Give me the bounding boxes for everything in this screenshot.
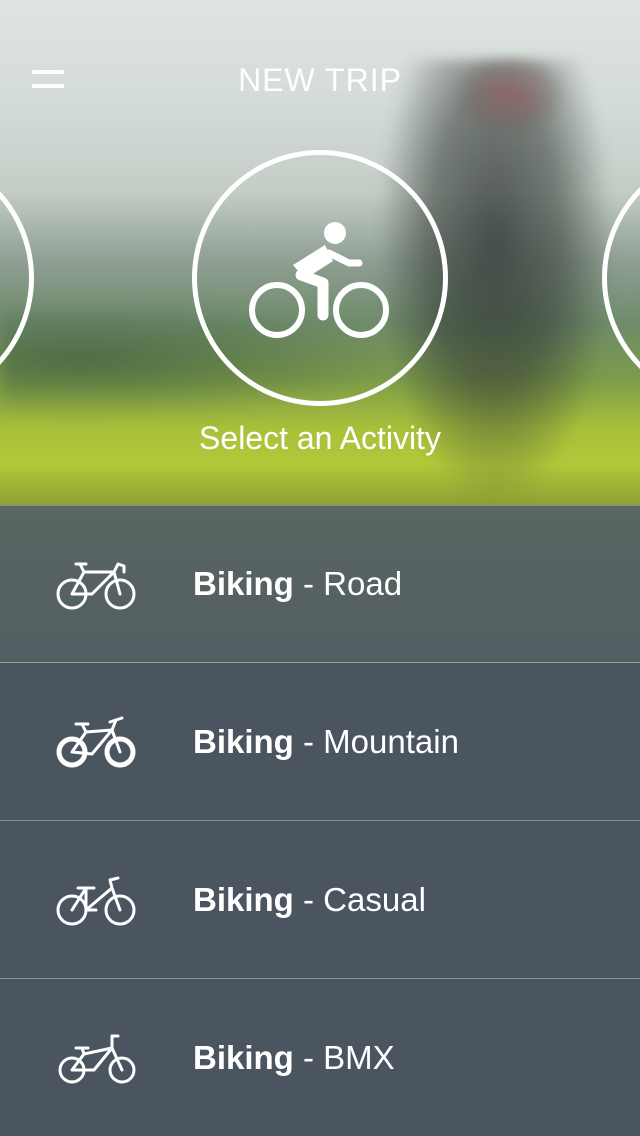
bmx-bike-icon bbox=[58, 1034, 136, 1084]
activity-row-mountain[interactable]: Biking - Mountain bbox=[0, 663, 640, 821]
activity-row-casual[interactable]: Biking - Casual bbox=[0, 821, 640, 979]
casual-bike-icon bbox=[56, 876, 136, 925]
page-title: NEW TRIP bbox=[238, 62, 402, 98]
road-bike-icon bbox=[56, 562, 136, 610]
select-activity-label: Select an Activity bbox=[199, 420, 441, 456]
mountain-bike-icon bbox=[56, 716, 136, 767]
activity-label-road: Biking - Road bbox=[193, 565, 403, 602]
activity-label-bmx: Biking - BMX bbox=[193, 1039, 395, 1076]
cycling-person-icon bbox=[249, 222, 389, 338]
selected-activity-button[interactable] bbox=[192, 150, 448, 406]
activity-label-mountain: Biking - Mountain bbox=[193, 722, 459, 760]
activity-row-road[interactable]: Biking - Road bbox=[0, 505, 640, 663]
activity-row-bmx[interactable]: Biking - BMX bbox=[0, 979, 640, 1136]
activity-label-casual: Biking - Casual bbox=[193, 880, 426, 918]
activity-list: Biking - Road Biking - Mountain Biking -… bbox=[0, 505, 640, 1136]
hero-section: NEW TRIP Select an Activity bbox=[0, 0, 640, 505]
